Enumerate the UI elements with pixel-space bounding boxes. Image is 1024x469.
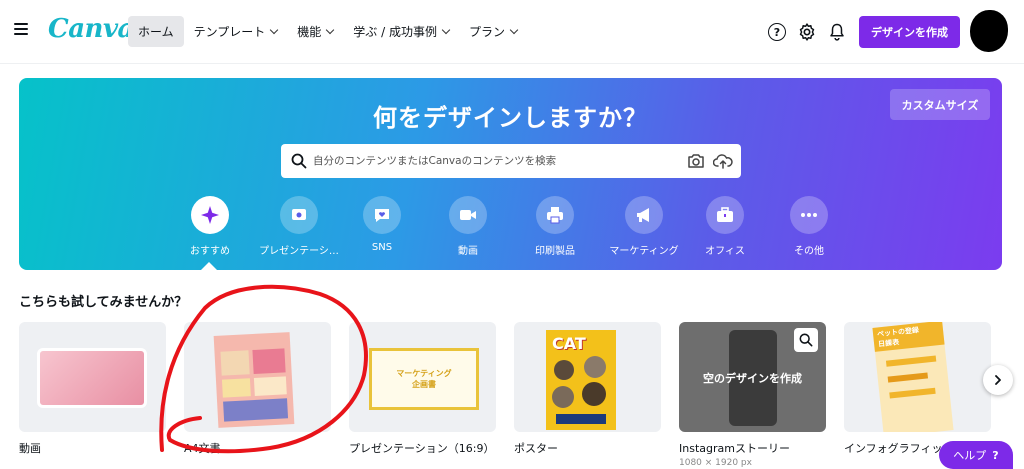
briefcase-icon bbox=[706, 196, 744, 234]
main-nav: ホーム テンプレート 機能 学ぶ / 成功事例 プラン bbox=[128, 16, 527, 47]
category-sns[interactable]: SNS bbox=[332, 196, 432, 253]
card-poster[interactable]: CAT ポスター bbox=[514, 322, 661, 456]
nav-templates[interactable]: テンプレート bbox=[184, 16, 288, 47]
card-video[interactable]: 動画 bbox=[19, 322, 166, 456]
card-label: ポスター bbox=[514, 442, 558, 455]
hero-banner: 何をデザインしますか？ カスタムサイズ おすすめ プレゼンテーシ… bbox=[19, 78, 1002, 271]
video-camera-icon bbox=[449, 196, 487, 234]
nav-label: プラン bbox=[468, 25, 505, 39]
category-label: おすすめ bbox=[190, 246, 230, 257]
hero-title: 何をデザインしますか？ bbox=[373, 104, 648, 132]
active-category-pointer bbox=[200, 262, 218, 271]
chevron-right-icon bbox=[995, 375, 1001, 385]
nav-plans[interactable]: プラン bbox=[459, 16, 527, 47]
nav-learn[interactable]: 学ぶ / 成功事例 bbox=[343, 16, 459, 47]
category-print[interactable]: 印刷製品 bbox=[505, 196, 605, 257]
category-label: マーケティング bbox=[609, 246, 679, 257]
card-dimensions: 1080 × 1920 px bbox=[679, 458, 752, 468]
search-icon bbox=[291, 153, 307, 169]
category-label: 動画 bbox=[458, 246, 478, 257]
card-thumbnail: 空のデザインを作成 bbox=[679, 322, 826, 432]
card-instagram-story[interactable]: 空のデザインを作成 Instagramストーリー 1080 × 1920 px bbox=[679, 322, 826, 468]
card-thumbnail: ペットの登録 日課表 bbox=[844, 322, 991, 432]
help-button[interactable]: ヘルプ ? bbox=[939, 441, 1013, 469]
search-template-button[interactable] bbox=[794, 328, 818, 352]
category-label: 印刷製品 bbox=[535, 246, 575, 257]
custom-size-button[interactable]: カスタムサイズ bbox=[890, 89, 990, 120]
megaphone-icon bbox=[625, 196, 663, 234]
category-recommended[interactable]: おすすめ bbox=[160, 196, 260, 257]
hamburger-menu-icon[interactable] bbox=[14, 23, 28, 35]
category-video[interactable]: 動画 bbox=[418, 196, 518, 257]
more-icon bbox=[790, 196, 828, 234]
create-blank-design-label[interactable]: 空のデザインを作成 bbox=[679, 370, 826, 386]
card-thumbnail: マーケティング 企画書 bbox=[349, 322, 496, 432]
nav-label: 機能 bbox=[297, 25, 322, 39]
nav-home[interactable]: ホーム bbox=[128, 16, 184, 47]
help-label: ヘルプ bbox=[953, 449, 987, 462]
card-infographic[interactable]: ペットの登録 日課表 インフォグラフィック bbox=[844, 322, 991, 456]
create-design-button[interactable]: デザインを作成 bbox=[859, 16, 960, 48]
printer-icon bbox=[536, 196, 574, 234]
card-label: プレゼンテーション（16:9） bbox=[349, 442, 495, 455]
bell-icon[interactable] bbox=[828, 22, 846, 42]
category-label: その他 bbox=[794, 246, 824, 257]
card-a4-document[interactable]: A4文書 bbox=[184, 322, 331, 456]
presentation-icon bbox=[280, 196, 318, 234]
help-icon[interactable]: ? bbox=[768, 23, 786, 41]
card-label: Instagramストーリー bbox=[679, 442, 790, 455]
top-header: Canva ホーム テンプレート 機能 学ぶ / 成功事例 プラン ? デザイン… bbox=[0, 0, 1024, 64]
next-arrow-button[interactable] bbox=[983, 365, 1013, 395]
heart-chat-icon bbox=[363, 196, 401, 234]
nav-label: テンプレート bbox=[193, 25, 266, 39]
nav-features[interactable]: 機能 bbox=[287, 16, 343, 47]
question-icon: ? bbox=[992, 448, 999, 462]
camera-icon[interactable] bbox=[687, 153, 705, 169]
avatar[interactable] bbox=[970, 10, 1008, 52]
sparkle-icon bbox=[191, 196, 229, 234]
card-label: A4文書 bbox=[184, 442, 221, 455]
chevron-down-icon bbox=[326, 25, 335, 34]
card-label: 動画 bbox=[19, 442, 41, 455]
nav-label: 学ぶ / 成功事例 bbox=[353, 25, 437, 39]
chevron-down-icon bbox=[441, 25, 451, 34]
category-row: おすすめ プレゼンテーシ… SNS 動画 印刷製品 マーケティング オフィス そ… bbox=[19, 196, 1002, 257]
chevron-down-icon bbox=[270, 25, 279, 34]
category-more[interactable]: その他 bbox=[759, 196, 859, 257]
card-thumbnail bbox=[19, 322, 166, 432]
gear-icon[interactable] bbox=[797, 22, 817, 42]
search-bar bbox=[281, 144, 741, 178]
upload-cloud-icon[interactable] bbox=[713, 152, 733, 170]
category-label: オフィス bbox=[705, 246, 745, 257]
category-label: SNS bbox=[371, 242, 393, 253]
search-icon bbox=[799, 333, 813, 347]
thumb-title: マーケティング 企画書 bbox=[396, 369, 452, 389]
section-title: こちらも試してみませんか？ bbox=[19, 295, 188, 310]
nav-label: ホーム bbox=[138, 25, 174, 39]
card-thumbnail: CAT bbox=[514, 322, 661, 432]
category-label: プレゼンテーシ… bbox=[259, 246, 339, 257]
thumb-title: CAT bbox=[552, 334, 586, 353]
search-input[interactable] bbox=[313, 144, 673, 178]
card-thumbnail bbox=[184, 322, 331, 432]
canva-logo[interactable]: Canva bbox=[48, 14, 134, 44]
chevron-down-icon bbox=[509, 25, 519, 34]
suggestion-cards: 動画 A4文書 マーケティング 企画書 プレゼンテーション（16:9） CAT bbox=[19, 322, 999, 469]
card-presentation[interactable]: マーケティング 企画書 プレゼンテーション（16:9） bbox=[349, 322, 496, 456]
